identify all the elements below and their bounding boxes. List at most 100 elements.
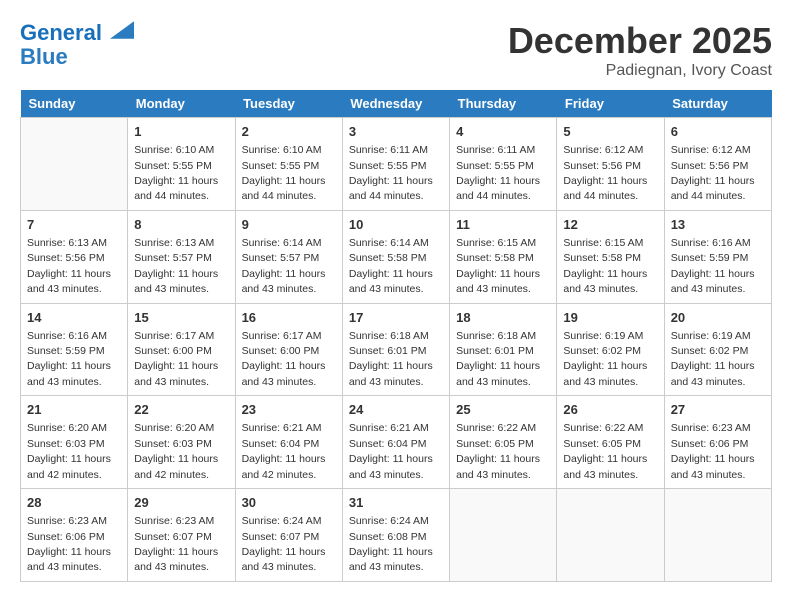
calendar-cell: 16Sunrise: 6:17 AMSunset: 6:00 PMDayligh… xyxy=(235,303,342,396)
day-info: Sunrise: 6:11 AMSunset: 5:55 PMDaylight:… xyxy=(456,144,540,202)
day-number: 7 xyxy=(27,216,121,234)
calendar-cell: 13 Sunrise: 6:16 AMSunset: 5:59 PMDayligh… xyxy=(664,210,771,303)
calendar-cell: 17Sunrise: 6:18 AMSunset: 6:01 PMDayligh… xyxy=(342,303,449,396)
calendar-cell: 21Sunrise: 6:20 AMSunset: 6:03 PMDayligh… xyxy=(21,396,128,489)
day-number: 1 xyxy=(134,123,228,141)
day-number: 3 xyxy=(349,123,443,141)
calendar-cell: 30 Sunrise: 6:24 AMSunset: 6:07 PMDayligh… xyxy=(235,489,342,582)
day-info: Sunrise: 6:23 AMSunset: 6:07 PMDaylight:… xyxy=(134,515,218,573)
calendar-cell: 5Sunrise: 6:12 AMSunset: 5:56 PMDaylight… xyxy=(557,118,664,211)
day-number: 10 xyxy=(349,216,443,234)
day-info: Sunrise: 6:21 AMSunset: 6:04 PMDaylight:… xyxy=(349,422,433,480)
day-info: Sunrise: 6:22 AMSunset: 6:05 PMDaylight:… xyxy=(456,422,540,480)
week-row-4: 21Sunrise: 6:20 AMSunset: 6:03 PMDayligh… xyxy=(21,396,772,489)
calendar-cell: 27 Sunrise: 6:23 AMSunset: 6:06 PMDayligh… xyxy=(664,396,771,489)
day-number: 28 xyxy=(27,494,121,512)
day-number: 4 xyxy=(456,123,550,141)
calendar-cell: 11Sunrise: 6:15 AMSunset: 5:58 PMDayligh… xyxy=(450,210,557,303)
day-header-saturday: Saturday xyxy=(664,90,771,118)
day-info: Sunrise: 6:22 AMSunset: 6:05 PMDaylight:… xyxy=(563,422,647,480)
calendar-cell: 14 Sunrise: 6:16 AMSunset: 5:59 PMDayligh… xyxy=(21,303,128,396)
calendar-cell: 8Sunrise: 6:13 AMSunset: 5:57 PMDaylight… xyxy=(128,210,235,303)
day-info: Sunrise: 6:15 AMSunset: 5:58 PMDaylight:… xyxy=(563,237,647,295)
day-number: 30 xyxy=(242,494,336,512)
calendar-table: SundayMondayTuesdayWednesdayThursdayFrid… xyxy=(20,90,772,582)
day-info: Sunrise: 6:20 AMSunset: 6:03 PMDaylight:… xyxy=(134,422,218,480)
calendar-cell: 3 Sunrise: 6:11 AMSunset: 5:55 PMDaylight… xyxy=(342,118,449,211)
calendar-cell: 1 Sunrise: 6:10 AMSunset: 5:55 PMDaylight… xyxy=(128,118,235,211)
day-info: Sunrise: 6:15 AMSunset: 5:58 PMDaylight:… xyxy=(456,237,540,295)
day-info: Sunrise: 6:16 AMSunset: 5:59 PMDaylight:… xyxy=(27,330,111,388)
day-header-monday: Monday xyxy=(128,90,235,118)
week-row-3: 14 Sunrise: 6:16 AMSunset: 5:59 PMDayligh… xyxy=(21,303,772,396)
day-header-sunday: Sunday xyxy=(21,90,128,118)
day-info: Sunrise: 6:14 AMSunset: 5:57 PMDaylight:… xyxy=(242,237,326,295)
month-title: December 2025 xyxy=(508,20,772,62)
day-number: 24 xyxy=(349,401,443,419)
day-number: 12 xyxy=(563,216,657,234)
day-number: 19 xyxy=(563,309,657,327)
day-info: Sunrise: 6:20 AMSunset: 6:03 PMDaylight:… xyxy=(27,422,111,480)
day-number: 13 xyxy=(671,216,765,234)
week-row-2: 7 Sunrise: 6:13 AMSunset: 5:56 PMDaylight… xyxy=(21,210,772,303)
week-row-1: 1 Sunrise: 6:10 AMSunset: 5:55 PMDaylight… xyxy=(21,118,772,211)
day-number: 23 xyxy=(242,401,336,419)
day-info: Sunrise: 6:13 AMSunset: 5:56 PMDaylight:… xyxy=(27,237,111,295)
calendar-cell xyxy=(557,489,664,582)
day-info: Sunrise: 6:23 AMSunset: 6:06 PMDaylight:… xyxy=(671,422,755,480)
page-header: General Blue December 2025 Padiegnan, Iv… xyxy=(20,20,772,80)
day-number: 8 xyxy=(134,216,228,234)
day-number: 25 xyxy=(456,401,550,419)
day-header-friday: Friday xyxy=(557,90,664,118)
day-number: 16 xyxy=(242,309,336,327)
calendar-cell: 22Sunrise: 6:20 AMSunset: 6:03 PMDayligh… xyxy=(128,396,235,489)
day-header-tuesday: Tuesday xyxy=(235,90,342,118)
calendar-cell: 2 Sunrise: 6:10 AMSunset: 5:55 PMDaylight… xyxy=(235,118,342,211)
title-block: December 2025 Padiegnan, Ivory Coast xyxy=(508,20,772,80)
day-number: 29 xyxy=(134,494,228,512)
day-info: Sunrise: 6:23 AMSunset: 6:06 PMDaylight:… xyxy=(27,515,111,573)
calendar-cell: 4 Sunrise: 6:11 AMSunset: 5:55 PMDaylight… xyxy=(450,118,557,211)
day-info: Sunrise: 6:10 AMSunset: 5:55 PMDaylight:… xyxy=(134,144,218,202)
calendar-cell: 19 Sunrise: 6:19 AMSunset: 6:02 PMDayligh… xyxy=(557,303,664,396)
day-number: 31 xyxy=(349,494,443,512)
calendar-cell: 20Sunrise: 6:19 AMSunset: 6:02 PMDayligh… xyxy=(664,303,771,396)
calendar-cell: 10 Sunrise: 6:14 AMSunset: 5:58 PMDayligh… xyxy=(342,210,449,303)
day-info: Sunrise: 6:12 AMSunset: 5:56 PMDaylight:… xyxy=(563,144,647,202)
day-info: Sunrise: 6:10 AMSunset: 5:55 PMDaylight:… xyxy=(242,144,326,202)
day-info: Sunrise: 6:11 AMSunset: 5:55 PMDaylight:… xyxy=(349,144,433,202)
day-info: Sunrise: 6:19 AMSunset: 6:02 PMDaylight:… xyxy=(563,330,647,388)
calendar-cell xyxy=(664,489,771,582)
day-info: Sunrise: 6:24 AMSunset: 6:07 PMDaylight:… xyxy=(242,515,326,573)
day-info: Sunrise: 6:18 AMSunset: 6:01 PMDaylight:… xyxy=(456,330,540,388)
logo: General Blue xyxy=(20,20,134,69)
calendar-cell: 29 Sunrise: 6:23 AMSunset: 6:07 PMDayligh… xyxy=(128,489,235,582)
calendar-cell xyxy=(21,118,128,211)
location: Padiegnan, Ivory Coast xyxy=(508,62,772,80)
day-info: Sunrise: 6:16 AMSunset: 5:59 PMDaylight:… xyxy=(671,237,755,295)
day-info: Sunrise: 6:12 AMSunset: 5:56 PMDaylight:… xyxy=(671,144,755,202)
logo-line1: General xyxy=(20,20,102,45)
logo-line2-text: Blue xyxy=(20,45,68,69)
calendar-cell: 15Sunrise: 6:17 AMSunset: 6:00 PMDayligh… xyxy=(128,303,235,396)
logo-icon xyxy=(110,20,134,40)
calendar-cell: 25 Sunrise: 6:22 AMSunset: 6:05 PMDayligh… xyxy=(450,396,557,489)
day-number: 20 xyxy=(671,309,765,327)
day-number: 17 xyxy=(349,309,443,327)
days-header-row: SundayMondayTuesdayWednesdayThursdayFrid… xyxy=(21,90,772,118)
day-info: Sunrise: 6:17 AMSunset: 6:00 PMDaylight:… xyxy=(134,330,218,388)
day-info: Sunrise: 6:24 AMSunset: 6:08 PMDaylight:… xyxy=(349,515,433,573)
day-number: 27 xyxy=(671,401,765,419)
calendar-cell xyxy=(450,489,557,582)
day-header-wednesday: Wednesday xyxy=(342,90,449,118)
day-number: 18 xyxy=(456,309,550,327)
day-info: Sunrise: 6:14 AMSunset: 5:58 PMDaylight:… xyxy=(349,237,433,295)
day-number: 14 xyxy=(27,309,121,327)
day-number: 26 xyxy=(563,401,657,419)
calendar-cell: 26 Sunrise: 6:22 AMSunset: 6:05 PMDayligh… xyxy=(557,396,664,489)
week-row-5: 28 Sunrise: 6:23 AMSunset: 6:06 PMDayligh… xyxy=(21,489,772,582)
calendar-cell: 6 Sunrise: 6:12 AMSunset: 5:56 PMDaylight… xyxy=(664,118,771,211)
calendar-cell: 28 Sunrise: 6:23 AMSunset: 6:06 PMDayligh… xyxy=(21,489,128,582)
day-number: 2 xyxy=(242,123,336,141)
day-number: 6 xyxy=(671,123,765,141)
